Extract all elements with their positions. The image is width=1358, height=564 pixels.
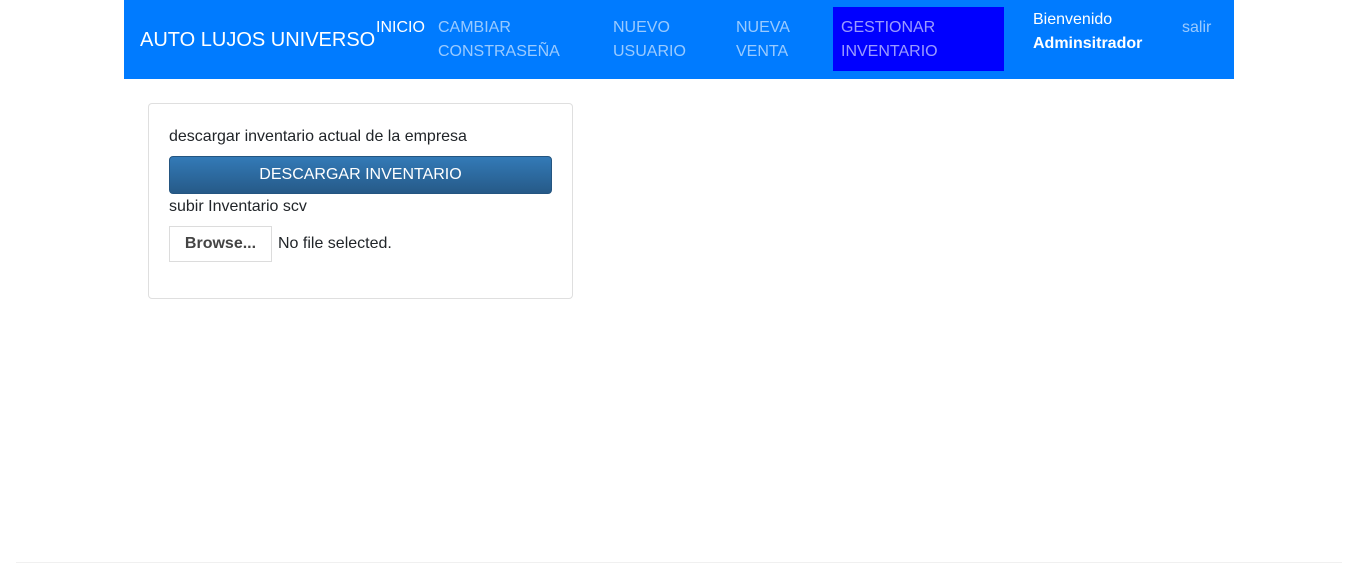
- footer-divider: [16, 562, 1342, 563]
- brand-link[interactable]: AUTO LUJOS UNIVERSO: [140, 28, 375, 52]
- welcome-greeting: Bienvenido: [1033, 11, 1113, 28]
- browse-button[interactable]: Browse...: [169, 226, 272, 262]
- welcome-username: Adminsitrador: [1033, 35, 1143, 52]
- nav-link-gestionar-inventario[interactable]: GESTIONAR INVENTARIO: [833, 7, 1004, 71]
- nav-link-nueva-venta[interactable]: NUEVA VENTA: [736, 16, 816, 64]
- upload-inventory-label: subir Inventario scv: [169, 198, 307, 215]
- welcome-message: Bienvenido Adminsitrador: [1033, 8, 1142, 56]
- nav-link-cambiar-contrasena[interactable]: CAMBIAR CONSTRASEÑA: [438, 16, 588, 64]
- top-navbar: AUTO LUJOS UNIVERSO INICIO CAMBIAR CONST…: [124, 0, 1234, 79]
- file-status-text: No file selected.: [278, 235, 392, 252]
- file-input[interactable]: Browse... No file selected.: [169, 226, 392, 262]
- logout-link[interactable]: salir: [1182, 16, 1211, 40]
- download-inventory-button[interactable]: DESCARGAR INVENTARIO: [169, 156, 552, 194]
- inventory-card: descargar inventario actual de la empres…: [148, 103, 573, 299]
- nav-link-inicio[interactable]: INICIO: [376, 16, 425, 40]
- nav-link-nuevo-usuario[interactable]: NUEVO USUARIO: [613, 16, 713, 64]
- download-inventory-label: descargar inventario actual de la empres…: [169, 128, 467, 145]
